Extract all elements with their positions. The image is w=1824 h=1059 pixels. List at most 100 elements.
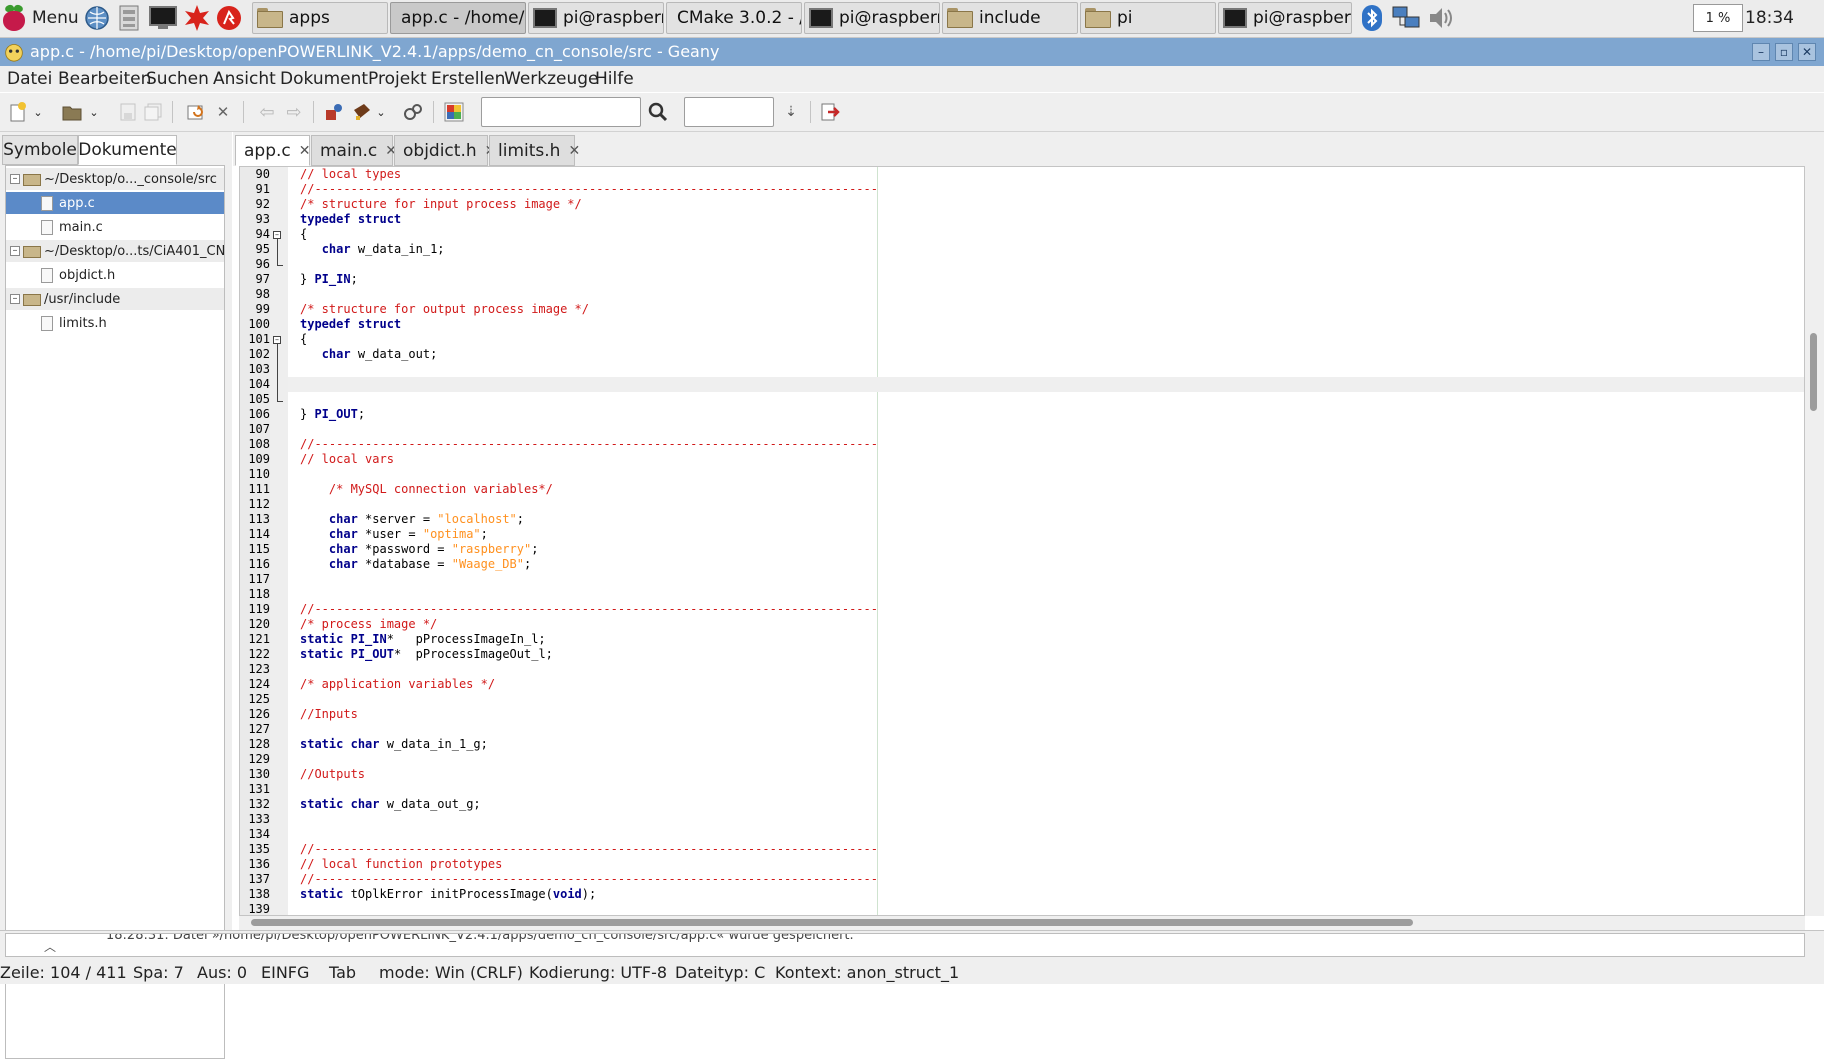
code-editor[interactable]: – – 90// local types 91//----------------…: [239, 166, 1805, 916]
code-line[interactable]: 101 {: [240, 332, 1780, 347]
taskbar-window-terminal-2[interactable]: pi@raspberrypi:...: [804, 2, 940, 34]
code-line[interactable]: 94 {: [240, 227, 1780, 242]
tree-group[interactable]: – ~/Desktop/o..._console/src: [6, 168, 224, 190]
menu-bearbeiten[interactable]: Bearbeiten: [58, 69, 151, 89]
tab-dokumente[interactable]: Dokumente: [78, 135, 177, 165]
code-line[interactable]: 92 /* structure for input process image *…: [240, 197, 1780, 212]
tab-symbole[interactable]: Symbole: [2, 135, 78, 165]
code-line[interactable]: 98: [240, 287, 1780, 302]
network-icon[interactable]: [1390, 2, 1422, 34]
editor-tab-objdict-h[interactable]: objdict.h ✕: [394, 135, 496, 166]
close-tab-icon[interactable]: ✕: [299, 143, 311, 159]
reload-icon[interactable]: [183, 99, 209, 125]
save-icon[interactable]: [115, 99, 141, 125]
code-line[interactable]: 132 static char w_data_out_g;: [240, 797, 1780, 812]
horizontal-scrollbar-thumb[interactable]: [251, 919, 1413, 926]
vertical-scrollbar-thumb[interactable]: [1810, 333, 1817, 411]
save-all-icon[interactable]: [140, 99, 166, 125]
code-line[interactable]: 97} PI_IN;: [240, 272, 1780, 287]
menu-hilfe[interactable]: Hilfe: [595, 69, 634, 89]
run-icon[interactable]: [400, 99, 426, 125]
code-line[interactable]: 99 /* structure for output process image …: [240, 302, 1780, 317]
tree-group[interactable]: – /usr/include: [6, 288, 224, 310]
menu-werkzeuge[interactable]: Werkzeuge: [504, 69, 599, 89]
color-chooser-icon[interactable]: [441, 99, 467, 125]
taskbar-window-pi[interactable]: pi: [1080, 2, 1216, 34]
maximize-button[interactable]: ▫: [1775, 43, 1793, 61]
code-line[interactable]: 126 //Inputs: [240, 707, 1780, 722]
code-line[interactable]: 129: [240, 752, 1780, 767]
code-line[interactable]: 106} PI_OUT;: [240, 407, 1780, 422]
search-icon[interactable]: [645, 99, 671, 125]
code-line[interactable]: 91 //------------------------------------…: [240, 182, 1780, 197]
bluetooth-icon[interactable]: [1358, 2, 1386, 34]
code-line[interactable]: 120 /* process image */: [240, 617, 1780, 632]
volume-icon[interactable]: [1426, 2, 1458, 34]
taskbar-window-terminal-1[interactable]: pi@raspberrypi:...: [528, 2, 664, 34]
code-line[interactable]: 109 // local vars: [240, 452, 1780, 467]
goto-line-icon[interactable]: ⇣: [778, 99, 804, 125]
terminal-launcher-icon[interactable]: [148, 4, 178, 32]
code-line[interactable]: 93 typedef struct: [240, 212, 1780, 227]
code-line[interactable]: 136 // local function prototypes: [240, 857, 1780, 872]
code-line[interactable]: 105: [240, 392, 1780, 407]
code-line[interactable]: 103: [240, 362, 1780, 377]
vertical-scrollbar[interactable]: [1805, 166, 1824, 916]
code-line[interactable]: 137 //-----------------------------------…: [240, 872, 1780, 887]
new-file-dropdown-chevron-icon[interactable]: ⌄: [31, 99, 45, 125]
code-line[interactable]: 130 //Outputs: [240, 767, 1780, 782]
code-line[interactable]: 90 // local types: [240, 167, 1780, 182]
code-line[interactable]: 102 char w_data_out;: [240, 347, 1780, 362]
code-line[interactable]: 135 //-----------------------------------…: [240, 842, 1780, 857]
editor-tab-limits-h[interactable]: limits.h ✕: [489, 135, 580, 166]
code-line[interactable]: 100 typedef struct: [240, 317, 1780, 332]
menu-suchen[interactable]: Suchen: [146, 69, 209, 89]
clock[interactable]: 18:34: [1745, 2, 1795, 34]
menu-dokument[interactable]: Dokument: [280, 69, 368, 89]
code-line[interactable]: 114 char *user = "optima";: [240, 527, 1780, 542]
code-line[interactable]: 122 static PI_OUT* pProcessImageOut_l;: [240, 647, 1780, 662]
close-tab-icon[interactable]: ✕: [568, 143, 580, 159]
code-line[interactable]: 134: [240, 827, 1780, 842]
code-line[interactable]: 108 //-----------------------------------…: [240, 437, 1780, 452]
window-titlebar[interactable]: app.c - /home/pi/Desktop/openPOWERLINK_V…: [0, 38, 1824, 66]
tree-item-app-c[interactable]: app.c: [6, 192, 224, 214]
code-line[interactable]: 107: [240, 422, 1780, 437]
menu-erstellen[interactable]: Erstellen: [431, 69, 505, 89]
code-line[interactable]: 117: [240, 572, 1780, 587]
code-line[interactable]: 121 static PI_IN* pProcessImageIn_l;: [240, 632, 1780, 647]
taskbar-window-terminal-3[interactable]: pi@raspberrypi:...: [1218, 2, 1352, 34]
code-line[interactable]: 127: [240, 722, 1780, 737]
taskbar-window-apps[interactable]: apps: [252, 2, 388, 34]
code-line[interactable]: 139: [240, 902, 1780, 915]
mathematica-icon[interactable]: [182, 4, 212, 32]
file-manager-icon[interactable]: [114, 4, 144, 32]
horizontal-scrollbar[interactable]: [239, 916, 1805, 930]
code-line[interactable]: 125: [240, 692, 1780, 707]
minimize-button[interactable]: –: [1752, 43, 1770, 61]
cpu-usage-monitor[interactable]: 1 %: [1693, 4, 1743, 32]
back-arrow-icon[interactable]: ⇦: [254, 99, 280, 125]
message-log[interactable]: ︿ 18:28:31: Datei »/home/pi/Desktop/open…: [5, 933, 1805, 957]
code-line[interactable]: 116 char *database = "Waage_DB";: [240, 557, 1780, 572]
code-line[interactable]: 95 char w_data_in_1;: [240, 242, 1780, 257]
menu-projekt[interactable]: Projekt: [368, 69, 427, 89]
compile-icon[interactable]: [321, 99, 347, 125]
close-file-icon[interactable]: ✕: [210, 99, 236, 125]
goto-line-input[interactable]: [684, 97, 774, 127]
collapse-icon[interactable]: –: [10, 294, 20, 304]
code-line[interactable]: 123: [240, 662, 1780, 677]
editor-tab-main-c[interactable]: main.c ✕: [311, 135, 397, 166]
code-line[interactable]: 96: [240, 257, 1780, 272]
menu-ansicht[interactable]: Ansicht: [213, 69, 276, 89]
code-line[interactable]: 111 /* MySQL connection variables*/: [240, 482, 1780, 497]
code-line[interactable]: 112: [240, 497, 1780, 512]
tree-item-objdict-h[interactable]: objdict.h: [6, 264, 224, 286]
forward-arrow-icon[interactable]: ⇨: [281, 99, 307, 125]
tree-group[interactable]: – ~/Desktop/o...ts/CiA401_CN: [6, 240, 224, 262]
collapse-icon[interactable]: –: [10, 246, 20, 256]
tree-item-limits-h[interactable]: limits.h: [6, 312, 224, 334]
editor-tab-app-c[interactable]: app.c ✕: [235, 135, 310, 166]
code-line[interactable]: 113 char *server = "localhost";: [240, 512, 1780, 527]
collapse-icon[interactable]: –: [10, 174, 20, 184]
